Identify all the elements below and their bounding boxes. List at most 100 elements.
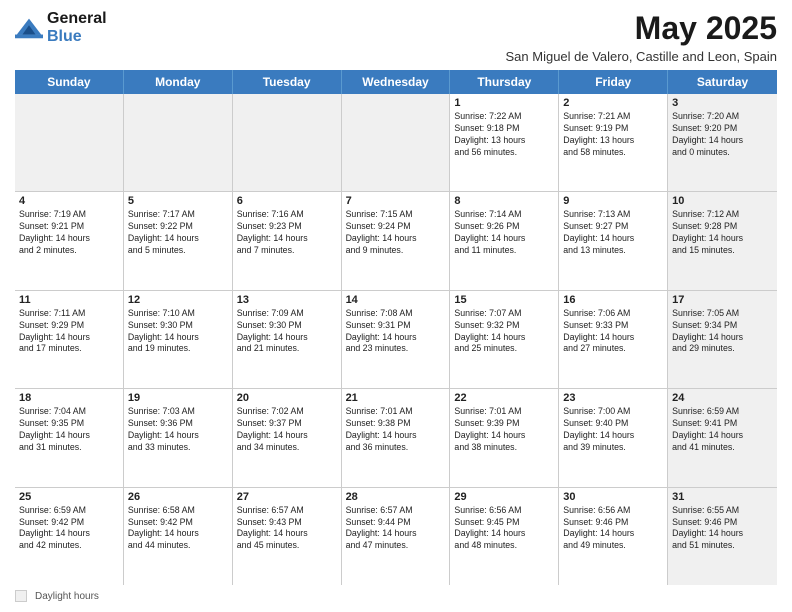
- logo: General Blue: [15, 10, 107, 45]
- cal-cell-14: 14 Sunrise: 7:08 AM Sunset: 9:31 PM Dayli…: [342, 291, 451, 388]
- cal-cell-empty-0: [15, 94, 124, 191]
- cal-cell-29: 29 Sunrise: 6:56 AM Sunset: 9:45 PM Dayli…: [450, 488, 559, 585]
- cal-cell-7: 7Sunrise: 7:15 AM Sunset: 9:24 PM Daylig…: [342, 192, 451, 289]
- cal-cell-13: 13 Sunrise: 7:09 AM Sunset: 9:30 PM Dayli…: [233, 291, 342, 388]
- cal-cell-2: 2Sunrise: 7:21 AM Sunset: 9:19 PM Daylig…: [559, 94, 668, 191]
- cell-info: Sunrise: 7:10 AM Sunset: 9:30 PM Dayligh…: [128, 308, 228, 356]
- logo-line1: General: [47, 10, 107, 28]
- cal-cell-3: 3Sunrise: 7:20 AM Sunset: 9:20 PM Daylig…: [668, 94, 777, 191]
- day-number: 28: [346, 491, 446, 503]
- cal-cell-15: 15 Sunrise: 7:07 AM Sunset: 9:32 PM Dayli…: [450, 291, 559, 388]
- cell-info: Sunrise: 6:55 AM Sunset: 9:46 PM Dayligh…: [672, 505, 773, 553]
- day-number: 8: [454, 195, 554, 207]
- cal-cell-24: 24Sunrise: 6:59 AM Sunset: 9:41 PM Dayli…: [668, 389, 777, 486]
- cell-info: Sunrise: 7:13 AM Sunset: 9:27 PM Dayligh…: [563, 209, 663, 257]
- cal-row-0: 1 Sunrise: 7:22 AM Sunset: 9:18 PM Daylig…: [15, 94, 777, 192]
- cal-cell-26: 26 Sunrise: 6:58 AM Sunset: 9:42 PM Dayli…: [124, 488, 233, 585]
- cell-info: Sunrise: 7:02 AM Sunset: 9:37 PM Dayligh…: [237, 406, 337, 454]
- logo-text: General Blue: [47, 10, 107, 45]
- day-number: 15: [454, 294, 554, 306]
- cal-cell-4: 4Sunrise: 7:19 AM Sunset: 9:21 PM Daylig…: [15, 192, 124, 289]
- cal-row-1: 4Sunrise: 7:19 AM Sunset: 9:21 PM Daylig…: [15, 192, 777, 290]
- day-number: 25: [19, 491, 119, 503]
- cal-header-monday: Monday: [124, 70, 233, 94]
- cell-info: Sunrise: 7:11 AM Sunset: 9:29 PM Dayligh…: [19, 308, 119, 356]
- title-section: May 2025 San Miguel de Valero, Castille …: [506, 10, 778, 64]
- cal-row-4: 25 Sunrise: 6:59 AM Sunset: 9:42 PM Dayli…: [15, 488, 777, 585]
- cell-info: Sunrise: 7:22 AM Sunset: 9:18 PM Dayligh…: [454, 111, 554, 159]
- day-number: 30: [563, 491, 663, 503]
- cell-info: Sunrise: 6:57 AM Sunset: 9:44 PM Dayligh…: [346, 505, 446, 553]
- cell-info: Sunrise: 7:09 AM Sunset: 9:30 PM Dayligh…: [237, 308, 337, 356]
- cal-row-3: 18 Sunrise: 7:04 AM Sunset: 9:35 PM Dayli…: [15, 389, 777, 487]
- cal-cell-6: 6 Sunrise: 7:16 AM Sunset: 9:23 PM Daylig…: [233, 192, 342, 289]
- calendar-body: 1 Sunrise: 7:22 AM Sunset: 9:18 PM Daylig…: [15, 94, 777, 585]
- cell-info: Sunrise: 7:12 AM Sunset: 9:28 PM Dayligh…: [672, 209, 773, 257]
- day-number: 22: [454, 392, 554, 404]
- day-number: 11: [19, 294, 119, 306]
- logo-icon: [15, 14, 43, 42]
- cell-info: Sunrise: 6:56 AM Sunset: 9:45 PM Dayligh…: [454, 505, 554, 553]
- day-number: 31: [672, 491, 773, 503]
- cal-cell-12: 12 Sunrise: 7:10 AM Sunset: 9:30 PM Dayli…: [124, 291, 233, 388]
- day-number: 26: [128, 491, 228, 503]
- cell-info: Sunrise: 7:01 AM Sunset: 9:39 PM Dayligh…: [454, 406, 554, 454]
- day-number: 20: [237, 392, 337, 404]
- day-number: 18: [19, 392, 119, 404]
- page: General Blue May 2025 San Miguel de Vale…: [0, 0, 792, 612]
- cal-cell-17: 17Sunrise: 7:05 AM Sunset: 9:34 PM Dayli…: [668, 291, 777, 388]
- cal-cell-10: 10Sunrise: 7:12 AM Sunset: 9:28 PM Dayli…: [668, 192, 777, 289]
- day-number: 5: [128, 195, 228, 207]
- cal-cell-1: 1 Sunrise: 7:22 AM Sunset: 9:18 PM Daylig…: [450, 94, 559, 191]
- cell-info: Sunrise: 7:04 AM Sunset: 9:35 PM Dayligh…: [19, 406, 119, 454]
- cell-info: Sunrise: 7:03 AM Sunset: 9:36 PM Dayligh…: [128, 406, 228, 454]
- day-number: 3: [672, 97, 773, 109]
- cell-info: Sunrise: 7:07 AM Sunset: 9:32 PM Dayligh…: [454, 308, 554, 356]
- day-number: 6: [237, 195, 337, 207]
- cal-cell-23: 23Sunrise: 7:00 AM Sunset: 9:40 PM Dayli…: [559, 389, 668, 486]
- cal-cell-empty-3: [342, 94, 451, 191]
- cell-info: Sunrise: 6:58 AM Sunset: 9:42 PM Dayligh…: [128, 505, 228, 553]
- day-number: 17: [672, 294, 773, 306]
- cal-header-tuesday: Tuesday: [233, 70, 342, 94]
- cal-cell-21: 21Sunrise: 7:01 AM Sunset: 9:38 PM Dayli…: [342, 389, 451, 486]
- cal-cell-11: 11 Sunrise: 7:11 AM Sunset: 9:29 PM Dayli…: [15, 291, 124, 388]
- cal-cell-31: 31 Sunrise: 6:55 AM Sunset: 9:46 PM Dayli…: [668, 488, 777, 585]
- cal-cell-empty-2: [233, 94, 342, 191]
- cell-info: Sunrise: 7:16 AM Sunset: 9:23 PM Dayligh…: [237, 209, 337, 257]
- cal-cell-25: 25 Sunrise: 6:59 AM Sunset: 9:42 PM Dayli…: [15, 488, 124, 585]
- day-number: 29: [454, 491, 554, 503]
- cal-cell-22: 22 Sunrise: 7:01 AM Sunset: 9:39 PM Dayli…: [450, 389, 559, 486]
- cal-header-saturday: Saturday: [668, 70, 777, 94]
- day-number: 1: [454, 97, 554, 109]
- cal-cell-30: 30 Sunrise: 6:56 AM Sunset: 9:46 PM Dayli…: [559, 488, 668, 585]
- legend-box: [15, 590, 27, 602]
- day-number: 4: [19, 195, 119, 207]
- cell-info: Sunrise: 7:21 AM Sunset: 9:19 PM Dayligh…: [563, 111, 663, 159]
- cal-cell-9: 9 Sunrise: 7:13 AM Sunset: 9:27 PM Daylig…: [559, 192, 668, 289]
- cell-info: Sunrise: 7:00 AM Sunset: 9:40 PM Dayligh…: [563, 406, 663, 454]
- cell-info: Sunrise: 7:14 AM Sunset: 9:26 PM Dayligh…: [454, 209, 554, 257]
- legend: Daylight hours: [15, 590, 777, 602]
- day-number: 21: [346, 392, 446, 404]
- month-title: May 2025: [506, 10, 778, 47]
- logo-line2: Blue: [47, 28, 107, 46]
- day-number: 16: [563, 294, 663, 306]
- day-number: 9: [563, 195, 663, 207]
- day-number: 27: [237, 491, 337, 503]
- cell-info: Sunrise: 6:57 AM Sunset: 9:43 PM Dayligh…: [237, 505, 337, 553]
- cal-header-sunday: Sunday: [15, 70, 124, 94]
- day-number: 12: [128, 294, 228, 306]
- cell-info: Sunrise: 7:17 AM Sunset: 9:22 PM Dayligh…: [128, 209, 228, 257]
- day-number: 13: [237, 294, 337, 306]
- day-number: 19: [128, 392, 228, 404]
- cal-header-wednesday: Wednesday: [342, 70, 451, 94]
- cell-info: Sunrise: 6:56 AM Sunset: 9:46 PM Dayligh…: [563, 505, 663, 553]
- cell-info: Sunrise: 6:59 AM Sunset: 9:41 PM Dayligh…: [672, 406, 773, 454]
- day-number: 14: [346, 294, 446, 306]
- cal-header-thursday: Thursday: [450, 70, 559, 94]
- cell-info: Sunrise: 6:59 AM Sunset: 9:42 PM Dayligh…: [19, 505, 119, 553]
- header: General Blue May 2025 San Miguel de Vale…: [15, 10, 777, 64]
- cal-cell-18: 18 Sunrise: 7:04 AM Sunset: 9:35 PM Dayli…: [15, 389, 124, 486]
- cell-info: Sunrise: 7:08 AM Sunset: 9:31 PM Dayligh…: [346, 308, 446, 356]
